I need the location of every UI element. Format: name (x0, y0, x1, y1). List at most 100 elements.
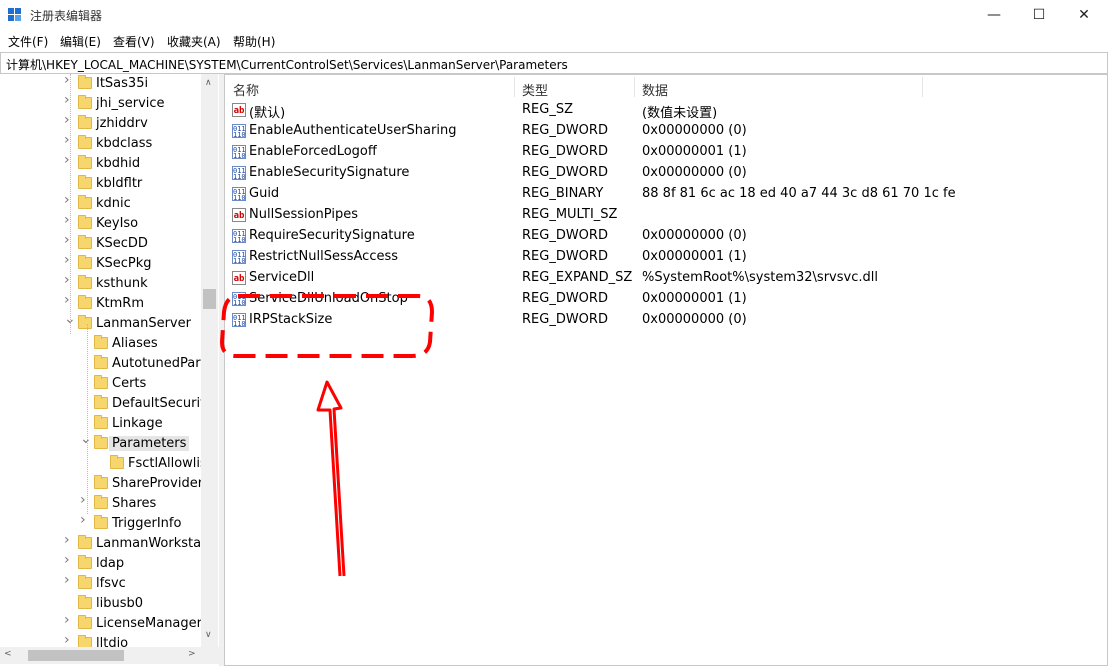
tree-item-label[interactable]: ksthunk (96, 276, 148, 291)
chevron-right-icon[interactable]: › (64, 633, 74, 647)
value-row[interactable]: ab ServiceDll REG_EXPAND_SZ %SystemRoot%\sy… (225, 268, 1105, 289)
tree-item[interactable]: ⌄ LanmanServer (0, 312, 200, 334)
tree-item-label[interactable]: KSecPkg (96, 256, 152, 271)
tree-item-label[interactable]: KtmRm (96, 296, 144, 311)
scroll-right-icon[interactable]: > (188, 649, 196, 659)
tree-item-label[interactable]: Certs (112, 376, 146, 391)
value-row[interactable]: 011 110 Guid REG_BINARY 88 8f 81 6c ac 18 e… (225, 184, 1105, 205)
chevron-right-icon[interactable]: › (64, 153, 74, 167)
value-row[interactable]: 011 110 EnableAuthenticateUserSharing REG_… (225, 121, 1105, 142)
tree-item[interactable]: › jhi_service (0, 93, 200, 114)
tree-item-label[interactable]: TriggerInfo (112, 516, 181, 531)
tree-item[interactable]: › ksthunk (0, 273, 200, 294)
value-row[interactable]: ab (默认) REG_SZ (数值未设置) (225, 100, 1105, 121)
tree-item-label[interactable]: jhi_service (96, 96, 165, 111)
chevron-right-icon[interactable]: › (80, 513, 90, 527)
chevron-right-icon[interactable]: › (64, 573, 74, 587)
maximize-button[interactable]: ☐ (1016, 0, 1062, 31)
chevron-down-icon[interactable]: ⌄ (80, 432, 92, 446)
column-header-data[interactable]: 数据 (642, 80, 668, 99)
scroll-left-icon[interactable]: < (4, 649, 12, 659)
chevron-right-icon[interactable]: › (64, 133, 74, 147)
column-header-type[interactable]: 类型 (522, 80, 548, 99)
tree-item-label[interactable]: Shares (112, 496, 156, 511)
tree-item-label[interactable]: ItSas35i (96, 76, 148, 91)
address-bar[interactable]: 计算机\HKEY_LOCAL_MACHINE\SYSTEM\CurrentCon… (0, 52, 1108, 74)
tree-item-label[interactable]: lfsvc (96, 576, 126, 591)
tree-item[interactable]: kbldfltr (0, 174, 200, 194)
tree-item-label[interactable]: Aliases (112, 336, 158, 351)
tree-item[interactable]: Certs (0, 374, 200, 394)
tree-item[interactable]: › kbdhid (0, 153, 200, 174)
chevron-right-icon[interactable]: › (64, 293, 74, 307)
tree-item-label[interactable]: KeyIso (96, 216, 138, 231)
tree-item-label[interactable]: Parameters (109, 436, 190, 451)
tree-hscroll-thumb[interactable] (28, 650, 124, 661)
chevron-right-icon[interactable]: › (64, 213, 74, 227)
tree-item[interactable]: › LicenseManager (0, 613, 202, 634)
tree-item-label[interactable]: AutotunedPara (112, 356, 209, 371)
value-row[interactable]: 011 110 RestrictNullSessAccess REG_DWORD 0x… (225, 247, 1105, 268)
value-row[interactable]: 011 110 IRPStackSize REG_DWORD 0x00000000 (… (225, 310, 1105, 331)
key-tree-pane[interactable]: › ItSas35i › jhi_service › jzhiddrv › kbdclass ›… (0, 74, 219, 666)
tree-scroll-thumb[interactable] (203, 289, 216, 309)
value-row[interactable]: 011 110 RequireSecuritySignature REG_DWORD… (225, 226, 1105, 247)
value-row[interactable]: ab NullSessionPipes REG_MULTI_SZ (225, 205, 1105, 226)
tree-item-label[interactable]: LanmanServer (96, 316, 191, 331)
value-row[interactable]: 011 110 EnableSecuritySignature REG_DWORD 0… (225, 163, 1105, 184)
tree-item[interactable]: DefaultSecurity (0, 394, 213, 414)
tree-item-label[interactable]: kbldfltr (96, 176, 142, 191)
tree-item-label[interactable]: libusb0 (96, 596, 143, 611)
scroll-down-icon[interactable]: ∨ (205, 630, 212, 640)
column-header-name[interactable]: 名称 (233, 80, 259, 99)
chevron-right-icon[interactable]: › (64, 233, 74, 247)
chevron-right-icon[interactable]: › (80, 493, 90, 507)
tree-item[interactable]: › Shares (0, 493, 200, 514)
tree-item[interactable]: libusb0 (0, 594, 200, 614)
tree-item-label[interactable]: KSecDD (96, 236, 148, 251)
tree-item[interactable]: › TriggerInfo (0, 513, 200, 534)
column-divider[interactable] (634, 77, 635, 97)
tree-item[interactable]: › ldap (0, 553, 200, 574)
chevron-right-icon[interactable]: › (64, 553, 74, 567)
chevron-right-icon[interactable]: › (64, 74, 74, 87)
tree-item-label[interactable]: ldap (96, 556, 124, 571)
close-button[interactable]: ✕ (1061, 0, 1107, 31)
tree-item[interactable]: › KeyIso (0, 213, 200, 234)
tree-item-label[interactable]: LicenseManager (96, 616, 202, 631)
tree-item[interactable]: › ItSas35i (0, 74, 200, 94)
tree-item-label[interactable]: FsctlAllowlist (128, 456, 212, 471)
menu-favorites[interactable]: 收藏夹(A) (167, 33, 221, 50)
tree-item[interactable]: › kdnic (0, 193, 200, 214)
menu-help[interactable]: 帮助(H) (233, 33, 275, 50)
tree-item-label[interactable]: kdnic (96, 196, 131, 211)
tree-item[interactable]: FsctlAllowlist (0, 454, 212, 474)
tree-item-label[interactable]: Linkage (112, 416, 163, 431)
tree-item[interactable]: › kbdclass (0, 133, 200, 154)
tree-item[interactable]: › jzhiddrv (0, 113, 200, 134)
scroll-up-icon[interactable]: ∧ (205, 78, 212, 88)
chevron-right-icon[interactable]: › (64, 273, 74, 287)
address-path[interactable]: 计算机\HKEY_LOCAL_MACHINE\SYSTEM\CurrentCon… (6, 56, 568, 73)
tree-item-label[interactable]: LanmanWorkstatio (96, 536, 218, 551)
chevron-right-icon[interactable]: › (64, 93, 74, 107)
value-row[interactable]: 011 110 ServiceDllUnloadOnStop REG_DWORD 0x… (225, 289, 1105, 310)
tree-item-label[interactable]: kbdclass (96, 136, 152, 151)
chevron-right-icon[interactable]: › (64, 113, 74, 127)
tree-horizontal-scrollbar[interactable]: < > (0, 647, 219, 664)
column-divider[interactable] (514, 77, 515, 97)
tree-vertical-scrollbar[interactable]: ∧ ∨ (201, 74, 218, 647)
tree-item[interactable]: Aliases (0, 334, 200, 354)
tree-item-label[interactable]: ShareProviders (112, 476, 210, 491)
tree-item[interactable]: ShareProviders (0, 474, 210, 494)
menu-view[interactable]: 查看(V) (113, 33, 155, 50)
tree-item-label[interactable]: DefaultSecurity (112, 396, 213, 411)
menu-file[interactable]: 文件(F) (8, 33, 48, 50)
tree-item[interactable]: › LanmanWorkstatio (0, 533, 218, 554)
tree-item[interactable]: Linkage (0, 414, 200, 434)
tree-item[interactable]: › KtmRm (0, 293, 200, 314)
chevron-right-icon[interactable]: › (64, 253, 74, 267)
tree-item[interactable]: › lfsvc (0, 573, 200, 594)
chevron-down-icon[interactable]: ⌄ (64, 312, 76, 326)
chevron-right-icon[interactable]: › (64, 613, 74, 627)
